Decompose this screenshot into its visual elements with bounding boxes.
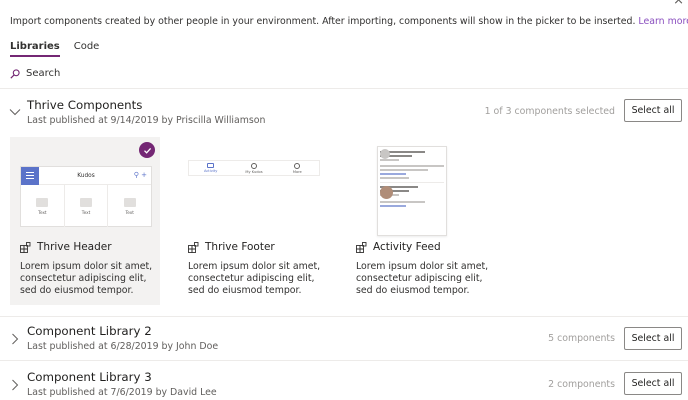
preview-tile: Text — [108, 185, 151, 227]
preview-title: Kudos — [77, 172, 95, 179]
footer-preview-item: Activity — [189, 161, 232, 175]
component-icon — [188, 241, 199, 253]
checkmark-icon[interactable] — [139, 142, 155, 158]
chevron-right-icon[interactable] — [9, 379, 21, 391]
preview-tile: Text — [21, 185, 65, 227]
tab-libraries[interactable]: Libraries — [10, 41, 60, 57]
library-title: Component Library 2 — [27, 324, 152, 338]
library-published: Last published at 9/14/2019 by Priscilla… — [27, 115, 266, 126]
avatar — [380, 186, 393, 199]
component-card-thrive-header[interactable]: Kudos ⚲ + Text Text Text Thrive Header L… — [10, 137, 160, 305]
divider — [0, 316, 688, 317]
chevron-right-icon[interactable] — [9, 333, 21, 345]
search-add-icon: ⚲ + — [133, 171, 147, 179]
intro-description: Import components created by other peopl… — [10, 16, 636, 27]
divider — [0, 360, 688, 361]
component-card-activity-feed[interactable]: Activity Feed Lorem ipsum dolor sit amet… — [346, 137, 496, 305]
avatar — [380, 149, 390, 159]
select-all-button[interactable]: Select all — [624, 99, 682, 122]
library-thrive-components: Thrive Components Last published at 9/14… — [0, 98, 688, 138]
component-card-thrive-footer[interactable]: Activity My Kudos More Thrive Footer Lor… — [178, 137, 328, 305]
component-icon — [20, 241, 31, 253]
library-component-count: 2 components — [548, 379, 615, 390]
intro-text: Import components created by other peopl… — [10, 16, 688, 27]
divider — [0, 88, 688, 89]
header-preview: Kudos ⚲ + Text Text Text — [20, 166, 152, 227]
tab-bar: Libraries Code — [10, 41, 99, 57]
feed-preview — [377, 146, 447, 236]
select-all-button[interactable]: Select all — [624, 372, 682, 395]
tab-code[interactable]: Code — [74, 41, 100, 57]
component-preview: Kudos ⚲ + Text Text Text — [10, 137, 160, 237]
component-preview: Activity My Kudos More — [178, 137, 328, 237]
library-title: Thrive Components — [27, 98, 143, 112]
component-description: Lorem ipsum dolor sit amet, consectetur … — [20, 261, 153, 296]
component-description: Lorem ipsum dolor sit amet, consectetur … — [356, 261, 489, 296]
search-icon — [10, 68, 20, 79]
chevron-down-icon[interactable] — [9, 106, 21, 118]
library-published: Last published at 6/28/2019 by John Doe — [27, 341, 219, 352]
library-component-count: 5 components — [548, 333, 615, 344]
component-preview — [346, 137, 496, 237]
search-box[interactable]: Search — [10, 68, 60, 79]
footer-preview-item: More — [276, 161, 319, 175]
component-name: Thrive Footer — [188, 241, 275, 253]
footer-preview-item: My Kudos — [232, 161, 275, 175]
library-component-library-3: Component Library 3 Last published at 7/… — [0, 370, 688, 400]
preview-tile: Text — [65, 185, 109, 227]
component-name: Activity Feed — [356, 241, 441, 253]
library-published: Last published at 7/6/2019 by David Lee — [27, 387, 217, 398]
learn-more-link[interactable]: Learn more — [638, 16, 688, 27]
search-input[interactable]: Search — [26, 68, 60, 79]
component-icon — [356, 241, 367, 253]
library-component-library-2: Component Library 2 Last published at 6/… — [0, 324, 688, 364]
footer-preview: Activity My Kudos More — [188, 160, 320, 176]
component-description: Lorem ipsum dolor sit amet, consectetur … — [188, 261, 321, 296]
library-title: Component Library 3 — [27, 370, 152, 384]
close-icon[interactable]: × — [673, 0, 684, 8]
select-all-button[interactable]: Select all — [624, 327, 682, 350]
library-selection-count: 1 of 3 components selected — [484, 106, 615, 117]
component-name: Thrive Header — [20, 241, 112, 253]
